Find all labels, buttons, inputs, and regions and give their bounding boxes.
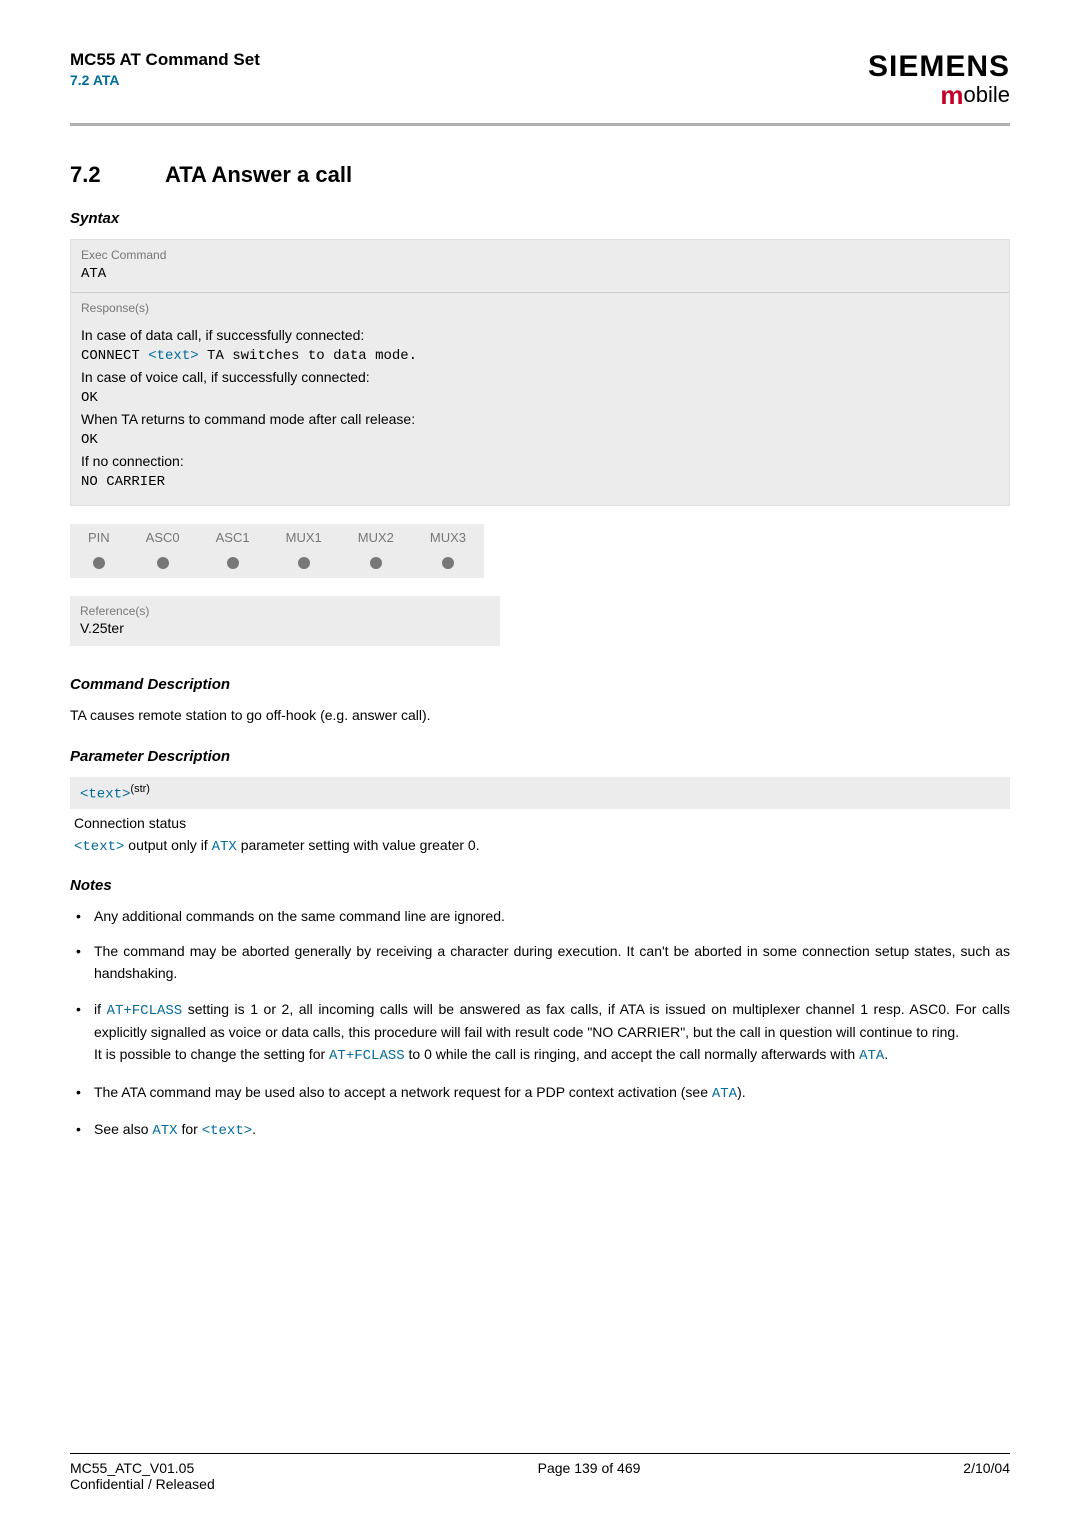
compat-col-header: ASC1 [198, 524, 268, 551]
list-item: The ATA command may be used also to acce… [70, 1082, 1010, 1106]
dot-icon [93, 557, 105, 569]
section-name: ATA Answer a call [165, 162, 352, 187]
syntax-heading: Syntax [70, 210, 1010, 227]
dot-icon [157, 557, 169, 569]
atfclass-link[interactable]: AT+FCLASS [107, 1003, 183, 1019]
main-content: 7.2ATA Answer a call Syntax Exec Command… [70, 162, 1010, 1143]
parameter-title: Connection status [70, 815, 1010, 831]
list-item: The command may be aborted generally by … [70, 941, 1010, 984]
response-line: OK [81, 430, 999, 451]
header-left: MC55 AT Command Set 7.2 ATA [70, 50, 260, 88]
exec-command-label: Exec Command [71, 240, 1009, 266]
brand-logo: SIEMENS [868, 50, 1010, 84]
compat-col-header: MUX2 [340, 524, 412, 551]
response-line: When TA returns to command mode after ca… [81, 409, 999, 430]
doc-title: MC55 AT Command Set [70, 50, 260, 70]
text-param-link[interactable]: <text> [148, 348, 198, 364]
response-line: In case of data call, if successfully co… [81, 325, 999, 346]
text-param-link[interactable]: <text> [202, 1123, 252, 1139]
parameter-box: <text>(str) [70, 777, 1010, 809]
compat-col-header: MUX3 [412, 524, 484, 551]
response-line: OK [81, 388, 999, 409]
compat-col-header: PIN [70, 524, 128, 551]
reference-box: Reference(s) V.25ter [70, 596, 500, 646]
notes-list: Any additional commands on the same comm… [70, 906, 1010, 1144]
footer-page-number: Page 139 of 469 [538, 1460, 641, 1492]
dot-icon [227, 557, 239, 569]
list-item: if AT+FCLASS setting is 1 or 2, all inco… [70, 999, 1010, 1068]
response-label: Response(s) [71, 293, 1009, 319]
table-row [70, 551, 484, 578]
footer-doc-id: MC55_ATC_V01.05 [70, 1460, 215, 1476]
text-param-link[interactable]: <text> [80, 787, 130, 803]
response-line: NO CARRIER [81, 472, 999, 493]
header-divider [70, 123, 1010, 126]
footer-confidentiality: Confidential / Released [70, 1476, 215, 1492]
response-line: If no connection: [81, 451, 999, 472]
brand-m-icon: m [940, 80, 963, 110]
header-right: SIEMENS mobile [868, 50, 1010, 111]
atfclass-link[interactable]: AT+FCLASS [329, 1048, 405, 1064]
ata-link[interactable]: ATA [712, 1086, 737, 1102]
page-footer: MC55_ATC_V01.05 Confidential / Released … [70, 1453, 1010, 1492]
footer-left: MC55_ATC_V01.05 Confidential / Released [70, 1460, 215, 1492]
atx-link[interactable]: ATX [152, 1123, 177, 1139]
dot-icon [298, 557, 310, 569]
compatibility-table: PIN ASC0 ASC1 MUX1 MUX2 MUX3 [70, 524, 484, 578]
text-param-link[interactable]: <text> [74, 839, 124, 855]
command-description-text: TA causes remote station to go off-hook … [70, 705, 1010, 726]
compat-col-header: MUX1 [268, 524, 340, 551]
dot-icon [370, 557, 382, 569]
brand-subtitle: mobile [868, 80, 1010, 111]
list-item: See also ATX for <text>. [70, 1119, 1010, 1143]
parameter-description-heading: Parameter Description [70, 748, 1010, 765]
exec-command-code: ATA [71, 266, 1009, 292]
section-title: 7.2ATA Answer a call [70, 162, 1010, 188]
syntax-box: Exec Command ATA Response(s) In case of … [70, 239, 1010, 506]
response-line: CONNECT <text> TA switches to data mode. [81, 346, 999, 367]
page-header: MC55 AT Command Set 7.2 ATA SIEMENS mobi… [70, 50, 1010, 119]
response-line: In case of voice call, if successfully c… [81, 367, 999, 388]
notes-heading: Notes [70, 877, 1010, 894]
reference-value: V.25ter [70, 620, 500, 646]
footer-row: MC55_ATC_V01.05 Confidential / Released … [70, 1460, 1010, 1492]
command-description-heading: Command Description [70, 676, 1010, 693]
param-type-suffix: (str) [130, 783, 150, 795]
footer-divider [70, 1453, 1010, 1454]
section-number: 7.2 [70, 162, 165, 188]
atx-link[interactable]: ATX [212, 839, 237, 855]
header-section-ref: 7.2 ATA [70, 72, 260, 88]
ata-link[interactable]: ATA [859, 1048, 884, 1064]
footer-date: 2/10/04 [963, 1460, 1010, 1492]
table-row: PIN ASC0 ASC1 MUX1 MUX2 MUX3 [70, 524, 484, 551]
dot-icon [442, 557, 454, 569]
list-item: Any additional commands on the same comm… [70, 906, 1010, 928]
response-body: In case of data call, if successfully co… [71, 319, 1009, 505]
compat-col-header: ASC0 [128, 524, 198, 551]
reference-label: Reference(s) [70, 596, 500, 620]
parameter-detail: <text> output only if ATX parameter sett… [70, 837, 1010, 855]
